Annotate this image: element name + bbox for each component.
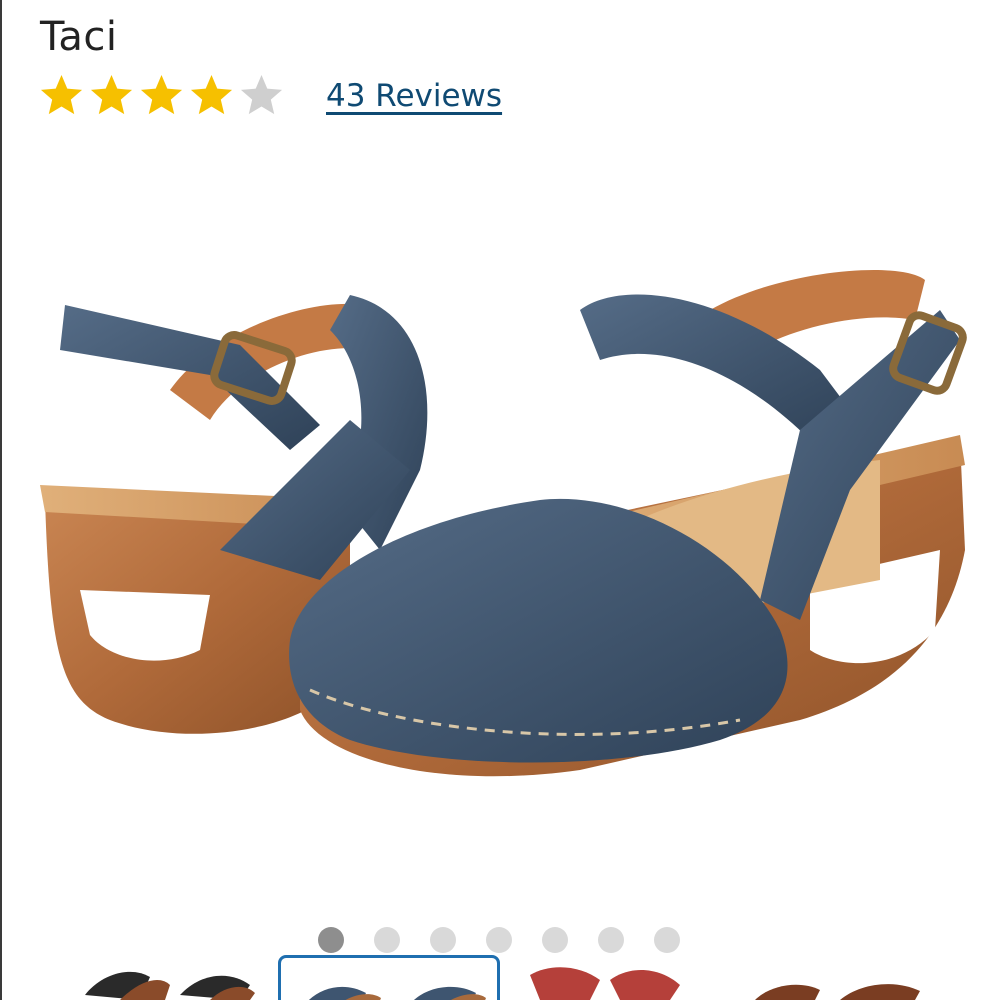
thumbnail-image bbox=[755, 984, 920, 1000]
thumbnail-image bbox=[309, 986, 486, 1000]
thumbnail-black-brown[interactable] bbox=[80, 955, 260, 1000]
carousel-dot[interactable] bbox=[318, 927, 344, 953]
star-filled-icon bbox=[40, 74, 83, 115]
star-filled-icon bbox=[140, 74, 183, 115]
product-image[interactable] bbox=[20, 250, 980, 810]
carousel-dot[interactable] bbox=[430, 927, 456, 953]
product-title: Taci bbox=[40, 14, 118, 60]
thumbnail-image bbox=[530, 967, 680, 1000]
star-empty-icon bbox=[240, 74, 283, 115]
thumbnail-red[interactable] bbox=[520, 955, 720, 1000]
star-rating bbox=[38, 72, 285, 119]
carousel-dot[interactable] bbox=[542, 927, 568, 953]
color-thumbnails bbox=[0, 955, 1000, 1000]
thumbnail-navy[interactable] bbox=[278, 955, 500, 1000]
reviews-link[interactable]: 43 Reviews bbox=[326, 78, 502, 114]
carousel-dot[interactable] bbox=[374, 927, 400, 953]
thumbnail-brown[interactable] bbox=[740, 955, 940, 1000]
left-edge-rule bbox=[0, 0, 2, 1000]
carousel-dot[interactable] bbox=[654, 927, 680, 953]
carousel-dot[interactable] bbox=[598, 927, 624, 953]
carousel-dot[interactable] bbox=[486, 927, 512, 953]
rating-row bbox=[38, 72, 285, 119]
star-filled-icon bbox=[90, 74, 133, 115]
carousel-dots bbox=[318, 927, 680, 953]
star-filled-icon bbox=[190, 74, 233, 115]
thumbnail-image bbox=[85, 971, 255, 1000]
